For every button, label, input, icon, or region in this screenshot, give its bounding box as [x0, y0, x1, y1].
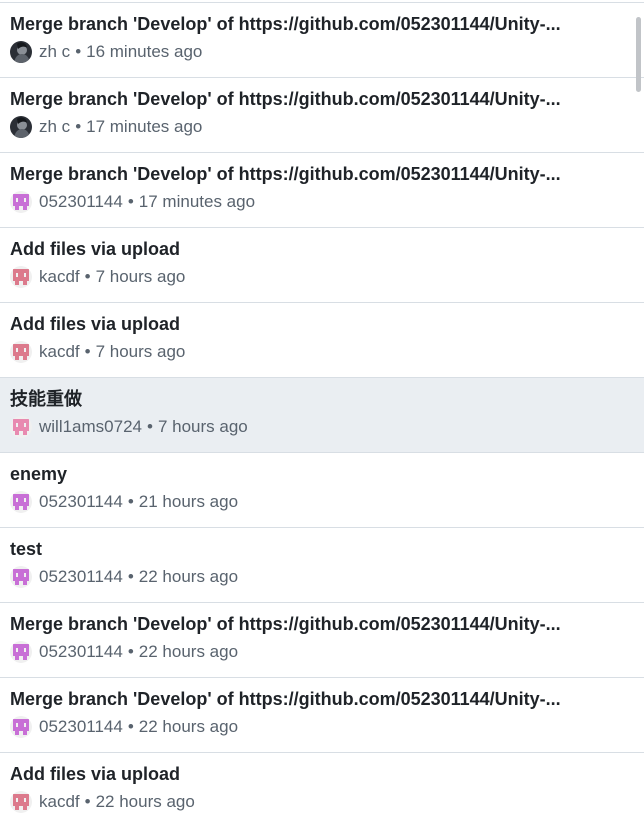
commit-author[interactable]: 052301144 — [39, 565, 123, 589]
commit-message[interactable]: Merge branch 'Develop' of https://github… — [10, 162, 628, 186]
commit-message[interactable]: Merge branch 'Develop' of https://github… — [10, 687, 628, 711]
meta-separator: • — [147, 417, 153, 436]
commit-meta: zh c • 17 minutes ago — [10, 115, 202, 139]
commit-time: 17 minutes ago — [138, 192, 256, 211]
meta-separator: • — [84, 342, 91, 361]
commit-author[interactable]: kacdf — [39, 265, 80, 289]
commit-time: 7 hours ago — [95, 267, 186, 286]
commit-time: 7 hours ago — [157, 417, 248, 436]
commit-message[interactable]: 技能重做 — [10, 387, 628, 411]
commit-meta: kacdf • 22 hours ago — [10, 790, 195, 814]
commit-list: Merge branch 'Develop' of https://github… — [0, 0, 644, 823]
commit-author[interactable]: zh c — [39, 115, 70, 139]
commit-row[interactable]: enemy 052301144 • 21 hours ago — [0, 453, 644, 528]
commit-message[interactable]: Merge branch 'Develop' of https://github… — [10, 612, 628, 636]
commit-meta: 052301144 • 22 hours ago — [10, 715, 238, 739]
meta-separator: • — [127, 717, 134, 736]
meta-separator: • — [84, 792, 91, 811]
meta-separator: • — [75, 42, 82, 61]
commit-message[interactable]: Merge branch 'Develop' of https://github… — [10, 87, 628, 111]
commit-author[interactable]: 052301144 — [39, 715, 123, 739]
commit-meta: 052301144 • 22 hours ago — [10, 565, 238, 589]
commit-author[interactable]: 052301144 — [39, 640, 123, 664]
commit-time: 21 hours ago — [138, 492, 239, 511]
commit-time: 22 hours ago — [95, 792, 195, 811]
commit-message[interactable]: Add files via upload — [10, 312, 628, 336]
commit-message[interactable]: Add files via upload — [10, 237, 628, 261]
identicon-purple-icon[interactable] — [10, 566, 32, 588]
commit-meta: kacdf • 7 hours ago — [10, 265, 185, 289]
commit-author[interactable]: kacdf — [39, 790, 80, 814]
commit-meta: kacdf • 7 hours ago — [10, 340, 185, 364]
identicon-pink-icon[interactable] — [10, 416, 32, 438]
identicon-purple-icon[interactable] — [10, 716, 32, 738]
identicon-red-icon[interactable] — [10, 791, 32, 813]
photo-avatar-icon[interactable] — [10, 41, 32, 63]
commit-message[interactable]: Add files via upload — [10, 762, 628, 786]
commit-row[interactable]: Add files via upload kacdf • 7 hours ago — [0, 303, 644, 378]
meta-separator: • — [127, 642, 134, 661]
commit-author[interactable]: 052301144 — [39, 190, 123, 214]
meta-separator: • — [127, 192, 134, 211]
commit-row[interactable]: Add files via upload kacdf • 7 hours ago — [0, 228, 644, 303]
commit-time: 16 minutes ago — [86, 42, 203, 61]
commit-time: 22 hours ago — [138, 567, 239, 586]
identicon-purple-icon[interactable] — [10, 491, 32, 513]
commit-author[interactable]: kacdf — [39, 340, 80, 364]
identicon-red-icon[interactable] — [10, 341, 32, 363]
commit-row[interactable]: Merge branch 'Develop' of https://github… — [0, 603, 644, 678]
meta-separator: • — [127, 492, 134, 511]
commit-meta: 052301144 • 17 minutes ago — [10, 190, 255, 214]
commit-message[interactable]: enemy — [10, 462, 628, 486]
meta-separator: • — [127, 567, 134, 586]
scrollbar[interactable] — [634, 3, 644, 823]
commit-message[interactable]: test — [10, 537, 628, 561]
commit-time: 17 minutes ago — [86, 117, 203, 136]
scrollbar-thumb[interactable] — [636, 17, 641, 92]
identicon-purple-icon[interactable] — [10, 641, 32, 663]
commit-row[interactable]: Merge branch 'Develop' of https://github… — [0, 3, 644, 78]
meta-separator: • — [84, 267, 91, 286]
commit-meta: 052301144 • 21 hours ago — [10, 490, 238, 514]
commit-meta: zh c • 16 minutes ago — [10, 40, 202, 64]
commit-time: 22 hours ago — [138, 642, 239, 661]
commit-author[interactable]: zh c — [39, 40, 70, 64]
commit-row[interactable]: 技能重做 will1ams0724 • 7 hours ago — [0, 378, 644, 453]
commit-author[interactable]: 052301144 — [39, 490, 123, 514]
commit-rows: Merge branch 'Develop' of https://github… — [0, 3, 644, 823]
photo-avatar-icon[interactable] — [10, 116, 32, 138]
meta-separator: • — [75, 117, 82, 136]
commit-time: 7 hours ago — [95, 342, 186, 361]
commit-row[interactable]: Merge branch 'Develop' of https://github… — [0, 678, 644, 753]
commit-meta: 052301144 • 22 hours ago — [10, 640, 238, 664]
commit-message[interactable]: Merge branch 'Develop' of https://github… — [10, 12, 628, 36]
commit-row[interactable]: Add files via upload kacdf • 22 hours ago — [0, 753, 644, 823]
commit-meta: will1ams0724 • 7 hours ago — [10, 415, 248, 439]
identicon-red-icon[interactable] — [10, 266, 32, 288]
identicon-purple-icon[interactable] — [10, 191, 32, 213]
commit-author[interactable]: will1ams0724 — [39, 415, 142, 439]
commit-time: 22 hours ago — [138, 717, 239, 736]
commit-row[interactable]: Merge branch 'Develop' of https://github… — [0, 153, 644, 228]
commit-row[interactable]: Merge branch 'Develop' of https://github… — [0, 78, 644, 153]
commit-row[interactable]: test 052301144 • 22 hours ago — [0, 528, 644, 603]
